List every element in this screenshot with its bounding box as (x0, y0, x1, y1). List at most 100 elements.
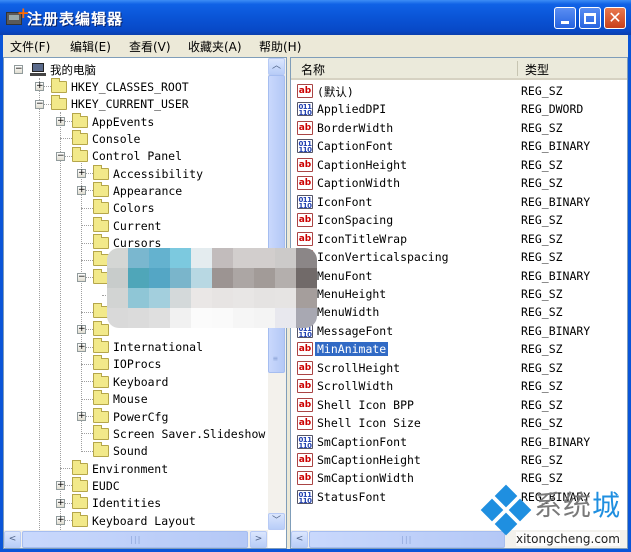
value-row[interactable]: ab Shell Icon BPP REG_SZ (295, 396, 625, 414)
values-pane[interactable]: 名称 类型 ab (默认) REG_SZ 011 110 AppliedDPI REG_DW… (290, 57, 628, 549)
expand-icon[interactable]: + (77, 169, 86, 179)
binary-value-icon: 011110 (297, 489, 313, 505)
collapse-icon[interactable]: − (77, 273, 86, 283)
expand-icon[interactable]: + (56, 516, 65, 526)
menu-edit[interactable]: 编辑(E) (70, 38, 111, 55)
collapse-icon[interactable]: − (56, 151, 65, 161)
value-row[interactable]: ab CaptionWidth REG_SZ (295, 174, 625, 192)
value-row[interactable]: ab Shell Icon Size REG_SZ (295, 414, 625, 432)
tree-node[interactable]: International (93, 338, 203, 356)
mosaic-cell (128, 268, 149, 288)
scroll-left-button[interactable]: < (291, 531, 308, 548)
menu-file[interactable]: 文件(F) (10, 38, 50, 55)
expand-icon[interactable]: + (56, 117, 65, 127)
scroll-thumb[interactable]: ≡ (268, 75, 285, 373)
maximize-button[interactable] (579, 7, 601, 29)
tree-node[interactable]: Keyboard Layout (72, 511, 196, 529)
minimize-button[interactable] (554, 7, 576, 29)
folder-icon (93, 181, 109, 197)
value-row[interactable]: ab ScrollWidth REG_SZ (295, 377, 625, 395)
tree-node[interactable]: PowerCfg (93, 407, 168, 425)
tree-node[interactable]: Current (93, 216, 161, 234)
value-name: ScrollWidth (317, 379, 394, 394)
string-value-icon: ab (297, 176, 313, 191)
value-row[interactable]: ab ScrollHeight REG_SZ (295, 359, 625, 377)
value-row[interactable]: abMenuWidthREG_SZ (295, 303, 625, 321)
tree-node[interactable]: HKEY_CURRENT_USER (51, 95, 189, 113)
value-row[interactable]: 011 110 MessageFont REG_BINARY (295, 322, 625, 340)
tree-guide-line (81, 450, 93, 452)
tree-node[interactable]: Console (72, 129, 140, 147)
mosaic-cell (275, 248, 296, 268)
tree-node[interactable]: AppEvents (72, 112, 154, 130)
tree-node[interactable]: Environment (72, 459, 168, 477)
value-row[interactable]: ab (默认) REG_SZ (295, 82, 625, 100)
column-header-type[interactable]: 类型 (525, 61, 549, 78)
value-type: REG_SZ (521, 250, 563, 265)
expand-icon[interactable]: + (56, 498, 65, 508)
value-type: REG_SZ (521, 157, 563, 172)
tree-node-label: Mouse (113, 392, 148, 407)
expand-icon[interactable]: + (56, 481, 65, 491)
value-row[interactable]: 011110MenuFontREG_BINARY (295, 267, 625, 285)
value-row[interactable]: 011 110 AppliedDPI REG_DWORD (295, 100, 625, 118)
scroll-thumb[interactable]: ||| (22, 531, 248, 548)
scroll-up-button[interactable]: ︿ (268, 58, 285, 75)
value-row[interactable]: ab SmCaptionHeight REG_SZ (295, 451, 625, 469)
value-name: IconTitleWrap (317, 231, 408, 246)
collapse-icon[interactable]: − (35, 99, 44, 109)
watermark-brand-gray: 系统 (534, 489, 593, 522)
scroll-left-button[interactable]: < (4, 531, 21, 548)
mosaic-cell (212, 308, 233, 328)
tree-node[interactable]: HKEY_CLASSES_ROOT (51, 77, 189, 95)
tree-node-root[interactable]: 我的电脑 (30, 61, 96, 78)
expand-icon[interactable]: + (77, 342, 86, 352)
tree-node[interactable]: Keyboard (93, 372, 168, 390)
value-row[interactable]: ab MinAnimate REG_SZ (295, 340, 625, 358)
tree-horizontal-scrollbar[interactable]: < ||| > (4, 530, 268, 548)
value-row[interactable]: abMenuHeightREG_SZ (295, 285, 625, 303)
regedit-icon[interactable]: + (6, 6, 30, 26)
close-button[interactable]: ✕ (604, 7, 626, 29)
expand-icon[interactable]: + (77, 325, 86, 335)
tree-node[interactable]: Identities (72, 494, 161, 512)
column-separator[interactable] (517, 61, 518, 76)
tree-node[interactable]: Appearance (93, 181, 182, 199)
expand-icon[interactable]: + (77, 412, 86, 421)
string-value-icon: ab (297, 397, 313, 412)
tree-node[interactable]: Sound (93, 442, 148, 460)
tree-node[interactable]: Accessibility (93, 164, 203, 182)
menu-view[interactable]: 查看(V) (129, 38, 171, 55)
value-row[interactable]: abIconVerticalspacingREG_SZ (295, 248, 625, 266)
scroll-down-button[interactable]: ﹀ (268, 513, 285, 530)
menu-favorites[interactable]: 收藏夹(A) (188, 38, 242, 55)
tree-node[interactable]: Colors (93, 199, 155, 217)
tree-node[interactable]: Mouse (93, 390, 148, 408)
value-type: REG_SZ (521, 453, 563, 467)
title-bar[interactable]: + 注册表编辑器 ✕ (0, 0, 631, 35)
mosaic-cell (233, 248, 254, 268)
value-row[interactable]: 011 110 IconFont REG_BINARY (295, 193, 625, 211)
value-row[interactable]: ab IconTitleWrap REG_SZ (295, 230, 625, 248)
tree-node-label: Colors (113, 201, 155, 216)
value-row[interactable]: 011 110 CaptionFont REG_BINARY (295, 137, 625, 155)
expand-icon[interactable]: + (35, 82, 44, 92)
value-row[interactable]: 011 110 SmCaptionFont REG_BINARY (295, 433, 625, 451)
value-row[interactable]: ab IconSpacing REG_SZ (295, 211, 625, 229)
folder-icon (51, 95, 67, 111)
value-row[interactable]: ab CaptionHeight REG_SZ (295, 156, 625, 174)
collapse-icon[interactable]: − (14, 65, 23, 74)
tree-node[interactable]: EUDC (72, 476, 120, 494)
tree-node[interactable]: IOProcs (93, 355, 161, 373)
tree-node[interactable]: Control Panel (72, 147, 182, 165)
mosaic-cell (149, 308, 170, 328)
column-header-name[interactable]: 名称 (301, 61, 325, 78)
menu-help[interactable]: 帮助(H) (259, 38, 301, 55)
value-name: IconSpacing (317, 213, 394, 228)
value-row[interactable]: ab BorderWidth REG_SZ (295, 119, 625, 137)
scroll-right-button[interactable]: > (250, 531, 267, 548)
mosaic-cell (275, 288, 296, 308)
folder-icon (72, 147, 88, 163)
expand-icon[interactable]: + (77, 186, 86, 196)
tree-node[interactable]: Screen Saver.Slideshow (93, 424, 265, 442)
